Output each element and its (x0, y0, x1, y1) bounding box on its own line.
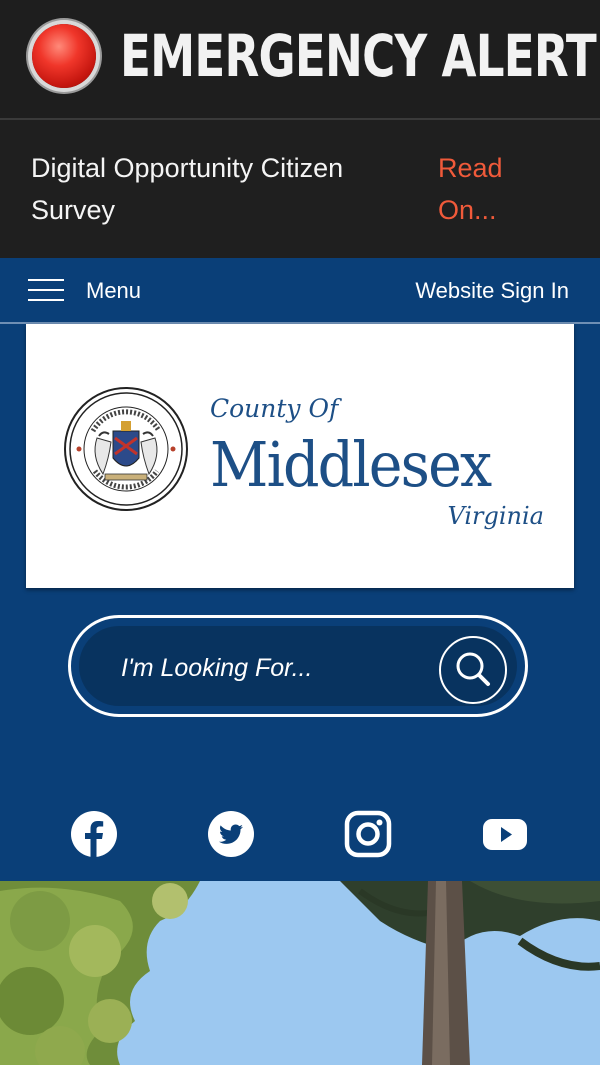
search-input[interactable] (119, 644, 423, 692)
menu-label: Menu (86, 278, 142, 303)
logo-state: Virginia (447, 502, 544, 530)
logo-county-of: County Of (210, 394, 339, 423)
search-field-wrapper (79, 626, 517, 706)
search-icon (456, 652, 490, 686)
county-seal-icon (64, 387, 188, 511)
county-logo[interactable]: County Of Middlesex Virginia (26, 324, 574, 588)
instagram-icon[interactable] (344, 810, 392, 858)
search-bar (68, 615, 528, 717)
emergency-alert-title: EMERGENCY ALERT (120, 22, 597, 90)
twitter-icon[interactable] (207, 810, 255, 858)
read-on-link[interactable]: Read On... (438, 147, 528, 231)
hero-photo (0, 881, 600, 1065)
menu-button[interactable]: Menu (28, 270, 168, 310)
youtube-icon[interactable] (481, 810, 529, 858)
hero-photo-image (0, 881, 600, 1065)
facebook-icon[interactable] (70, 810, 118, 858)
social-links (0, 800, 600, 868)
emergency-alert-bar[interactable]: EMERGENCY ALERT (0, 0, 600, 118)
red-alert-light-icon (32, 24, 96, 88)
website-sign-in-link[interactable]: Website Sign In (415, 278, 569, 304)
ticker-message: Digital Opportunity Citizen Survey (31, 153, 344, 225)
search-button[interactable] (439, 636, 507, 704)
top-nav: Menu Website Sign In (0, 258, 600, 324)
alert-ticker: Digital Opportunity Citizen Survey Read … (0, 120, 600, 258)
logo-county-name: Middlesex (210, 428, 492, 501)
hamburger-icon (28, 279, 64, 301)
